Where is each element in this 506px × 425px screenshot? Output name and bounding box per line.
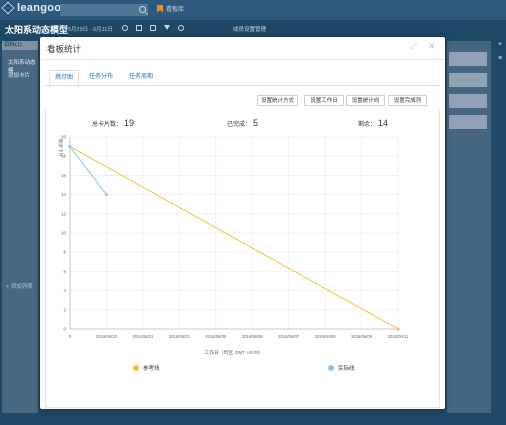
project-bar: 太阳系动态模型 5月29日 - 6月11日 成员设置管理	[0, 20, 506, 37]
archive-icon[interactable]	[150, 25, 156, 31]
board-library-label: 看板库	[166, 7, 185, 13]
chart-icon[interactable]	[136, 25, 142, 31]
y-tick-label: 6	[63, 269, 66, 274]
brand[interactable]: leangoo	[1, 1, 62, 15]
x-tick-label: 2016/06/05	[205, 334, 227, 339]
x-tick-label: 2016/06/20	[96, 334, 118, 339]
data-point	[396, 327, 401, 332]
series-line-1	[69, 146, 107, 195]
x-tick-label: 2016/06/09	[351, 334, 373, 339]
menu-icon[interactable]: ≡	[498, 55, 502, 62]
project-date-range[interactable]: 5月29日 - 6月11日	[68, 25, 113, 33]
legend-swatch-reference	[133, 365, 139, 371]
leangoo-logo-icon	[1, 1, 15, 15]
y-tick-label: 8	[63, 250, 66, 255]
x-tick-label: 2016/06/21	[132, 334, 154, 339]
member-icon[interactable]	[178, 25, 184, 31]
x-tick-label: 2016/06/11	[388, 334, 409, 339]
series-line-0	[69, 146, 399, 330]
settings-gear-icon[interactable]	[122, 25, 128, 31]
add-list-button[interactable]: + 添加列表	[6, 282, 33, 290]
board-stats-modal: 看板统计 ⤢ ✕ 燃尽图 任务分布 任务周期 设置统计方式 设置工作日 设置统计…	[40, 37, 445, 409]
board-library-link[interactable]: 看板库	[157, 4, 184, 13]
y-tick-label: 10	[61, 231, 67, 236]
search-icon[interactable]	[139, 6, 146, 13]
legend-swatch-actual	[328, 365, 334, 371]
x-axis-label: 工作日（时区 GMT +8:00）	[205, 349, 264, 356]
y-tick-label: 16	[61, 173, 67, 178]
data-point	[68, 144, 73, 149]
plus-icon[interactable]: +	[498, 41, 502, 48]
x-tick-label: 2016/06/07	[278, 334, 300, 339]
x-tick-label: 2016/06/06	[242, 334, 264, 339]
board-column	[2, 41, 38, 413]
y-tick-label: 0	[63, 327, 66, 332]
column-header[interactable]: 目标(1)	[2, 41, 38, 50]
x-tick-label: 2016/06/22	[169, 334, 191, 339]
search-input[interactable]	[60, 4, 148, 16]
legend-item-actual[interactable]: 实际线	[328, 364, 355, 372]
legend-item-reference[interactable]: 参考线	[133, 364, 160, 372]
filter-icon[interactable]	[164, 25, 170, 30]
card-placeholder[interactable]	[449, 115, 487, 129]
burndown-chart: 024681012141618200 2016/06/20 2016/06/21 20…	[57, 135, 409, 357]
x-tick-label: 0	[69, 334, 72, 339]
x-tick-label: 2016/06/08	[315, 334, 337, 339]
card-placeholder[interactable]	[449, 52, 487, 66]
y-tick-label: 2	[63, 307, 66, 312]
add-card-link[interactable]: 添加卡片	[2, 71, 38, 79]
project-title[interactable]: 太阳系动态模型	[5, 23, 68, 36]
card-placeholder[interactable]	[449, 94, 487, 108]
bookmark-icon	[157, 4, 163, 13]
member-manage-link[interactable]: 成员设置管理	[233, 25, 266, 33]
legend-label-actual: 实际线	[338, 366, 355, 372]
legend-label-reference: 参考线	[143, 366, 160, 372]
y-tick-label: 4	[63, 288, 66, 293]
card-placeholder[interactable]	[449, 73, 487, 87]
y-tick-label: 14	[61, 192, 67, 197]
y-axis-label: 剩余卡片	[57, 139, 64, 157]
y-tick-label: 12	[61, 211, 67, 216]
data-point	[104, 192, 109, 197]
top-app-bar: leangoo 看板库	[0, 0, 506, 20]
brand-name: leangoo	[17, 2, 62, 14]
